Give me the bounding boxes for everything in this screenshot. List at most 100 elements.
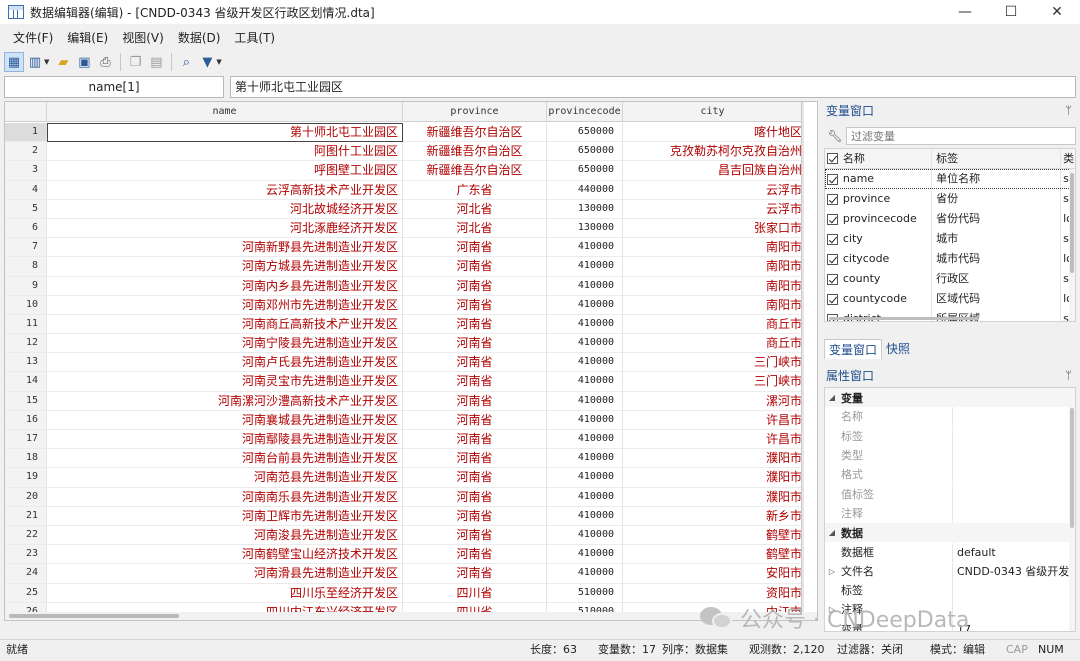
pin-icon[interactable]: ᛘ: [1065, 101, 1072, 121]
cell-name[interactable]: 第十师北屯工业园区: [47, 123, 403, 143]
cell-province[interactable]: 河南省: [403, 391, 547, 411]
cell-province[interactable]: 河南省: [403, 487, 547, 507]
cell-city[interactable]: 鹤壁市: [623, 525, 803, 546]
property-row[interactable]: 格式: [825, 465, 1075, 485]
cell-province[interactable]: 河南省: [403, 430, 547, 450]
filter-dropdown-icon[interactable]: ▼: [216, 58, 221, 66]
cell-province[interactable]: 新疆维吾尔自治区: [403, 161, 547, 181]
cell-provincecode[interactable]: 410000: [547, 295, 623, 315]
cell-province[interactable]: 河南省: [403, 238, 547, 258]
save-icon[interactable]: ▣: [74, 52, 94, 72]
cell-name[interactable]: 河南方城县先进制造业开发区: [47, 257, 403, 277]
cell-city[interactable]: 三门峡市: [623, 372, 803, 392]
cell-city[interactable]: 南阳市: [623, 295, 803, 315]
variable-checkbox[interactable]: [825, 293, 841, 305]
variable-row[interactable]: countycode 区域代码 lo: [825, 289, 1075, 309]
column-header-name[interactable]: name: [47, 102, 403, 122]
table-row[interactable]: 4 云浮高新技术产业开发区 广东省 440000 云浮市: [5, 180, 803, 200]
property-row[interactable]: ▷ 文件名 CNDD-0343 省级开发: [825, 561, 1075, 581]
cell-province[interactable]: 河北省: [403, 218, 547, 239]
cell-name[interactable]: 四川乐至经济开发区: [47, 583, 403, 603]
scrollbar-thumb[interactable]: [1070, 173, 1074, 273]
scrollbar-thumb[interactable]: [9, 614, 179, 618]
cell-provincecode[interactable]: 410000: [547, 468, 623, 488]
cell-province[interactable]: 四川省: [403, 583, 547, 603]
cell-province[interactable]: 广东省: [403, 180, 547, 200]
table-row[interactable]: 13 河南卢氏县先进制造业开发区 河南省 410000 三门峡市: [5, 353, 803, 373]
cell-city[interactable]: 云浮市: [623, 180, 803, 200]
cell-provincecode[interactable]: 410000: [547, 545, 623, 565]
property-row[interactable]: 类型: [825, 446, 1075, 466]
cell-name[interactable]: 河南南乐县先进制造业开发区: [47, 487, 403, 507]
cell-city[interactable]: 喀什地区: [623, 123, 803, 143]
property-row[interactable]: 名称: [825, 407, 1075, 427]
wrench-icon[interactable]: 🔧︎: [826, 129, 844, 143]
row-number[interactable]: 6: [5, 218, 47, 239]
menu-edit[interactable]: 编辑(E): [60, 29, 115, 46]
column-header-provincecode[interactable]: provincecode: [547, 102, 623, 122]
cell-city[interactable]: 安阳市: [623, 564, 803, 584]
property-group[interactable]: ◢ 数据: [825, 523, 1075, 543]
filter-icon[interactable]: ▼: [197, 52, 217, 72]
cell-province[interactable]: 河南省: [403, 334, 547, 354]
copy-icon[interactable]: ❐: [125, 52, 145, 72]
table-row[interactable]: 7 河南新野县先进制造业开发区 河南省 410000 南阳市: [5, 238, 803, 258]
columns-dropdown-icon[interactable]: ▼: [44, 58, 49, 66]
grid-view-icon[interactable]: ▦: [4, 52, 24, 72]
table-row[interactable]: 25 四川乐至经济开发区 四川省 510000 资阳市: [5, 583, 803, 603]
cell-city[interactable]: 商丘市: [623, 314, 803, 335]
menu-file[interactable]: 文件(F): [6, 29, 60, 46]
cell-provincecode[interactable]: 410000: [547, 487, 623, 507]
row-number[interactable]: 17: [5, 430, 47, 450]
table-row[interactable]: 24 河南滑县先进制造业开发区 河南省 410000 安阳市: [5, 564, 803, 584]
table-row[interactable]: 18 河南台前县先进制造业开发区 河南省 410000 濮阳市: [5, 449, 803, 469]
cell-province[interactable]: 河南省: [403, 410, 547, 430]
collapse-icon[interactable]: ◢: [825, 393, 839, 402]
close-button[interactable]: ✕: [1034, 0, 1080, 24]
cell-provincecode[interactable]: 650000: [547, 123, 623, 143]
row-number[interactable]: 12: [5, 334, 47, 354]
cell-city[interactable]: 云浮市: [623, 199, 803, 219]
table-row[interactable]: 6 河北涿鹿经济开发区 河北省 130000 张家口市: [5, 218, 803, 239]
row-number[interactable]: 16: [5, 410, 47, 430]
table-row[interactable]: 9 河南内乡县先进制造业开发区 河南省 410000 南阳市: [5, 276, 803, 296]
table-row[interactable]: 20 河南南乐县先进制造业开发区 河南省 410000 濮阳市: [5, 487, 803, 507]
cell-province[interactable]: 新疆维吾尔自治区: [403, 142, 547, 162]
cell-provincecode[interactable]: 410000: [547, 506, 623, 526]
cell-city[interactable]: 南阳市: [623, 257, 803, 277]
minimize-button[interactable]: —: [942, 0, 988, 24]
cell-province[interactable]: 河北省: [403, 199, 547, 219]
row-number[interactable]: 14: [5, 372, 47, 392]
pin-icon[interactable]: ᛘ: [1065, 366, 1072, 386]
table-row[interactable]: 21 河南卫辉市先进制造业开发区 河南省 410000 新乡市: [5, 506, 803, 526]
cell-province[interactable]: 河南省: [403, 506, 547, 526]
open-folder-icon[interactable]: ▰: [53, 52, 73, 72]
cell-name[interactable]: 呼图壁工业园区: [47, 161, 403, 181]
columns-icon[interactable]: ▥: [25, 52, 45, 72]
cell-province[interactable]: 河南省: [403, 525, 547, 546]
cell-province[interactable]: 新疆维吾尔自治区: [403, 123, 547, 143]
cell-name[interactable]: 河南范县先进制造业开发区: [47, 468, 403, 488]
row-number[interactable]: 13: [5, 353, 47, 373]
cell-name[interactable]: 河南商丘高新技术产业开发区: [47, 314, 403, 335]
cell-provincecode[interactable]: 410000: [547, 564, 623, 584]
table-row[interactable]: 5 河北故城经济开发区 河北省 130000 云浮市: [5, 199, 803, 219]
menu-tools[interactable]: 工具(T): [227, 29, 282, 46]
cell-provincecode[interactable]: 510000: [547, 583, 623, 603]
table-row[interactable]: 14 河南灵宝市先进制造业开发区 河南省 410000 三门峡市: [5, 372, 803, 392]
cell-provincecode[interactable]: 410000: [547, 353, 623, 373]
row-number[interactable]: 25: [5, 583, 47, 603]
select-all-checkbox[interactable]: [825, 153, 841, 164]
row-number[interactable]: 2: [5, 142, 47, 162]
cell-province[interactable]: 河南省: [403, 257, 547, 277]
cell-province[interactable]: 河南省: [403, 295, 547, 315]
print-icon[interactable]: ⎙: [95, 52, 115, 72]
cell-province[interactable]: 河南省: [403, 545, 547, 565]
variables-horizontal-scrollbar[interactable]: [829, 317, 979, 320]
table-row[interactable]: 3 呼图壁工业园区 新疆维吾尔自治区 650000 昌吉回族自治州: [5, 161, 803, 181]
cell-value-input[interactable]: 第十师北屯工业园区: [230, 76, 1076, 98]
menu-view[interactable]: 视图(V): [115, 29, 171, 46]
row-number[interactable]: 11: [5, 314, 47, 335]
maximize-button[interactable]: ☐: [988, 0, 1034, 24]
cell-provincecode[interactable]: 410000: [547, 449, 623, 469]
